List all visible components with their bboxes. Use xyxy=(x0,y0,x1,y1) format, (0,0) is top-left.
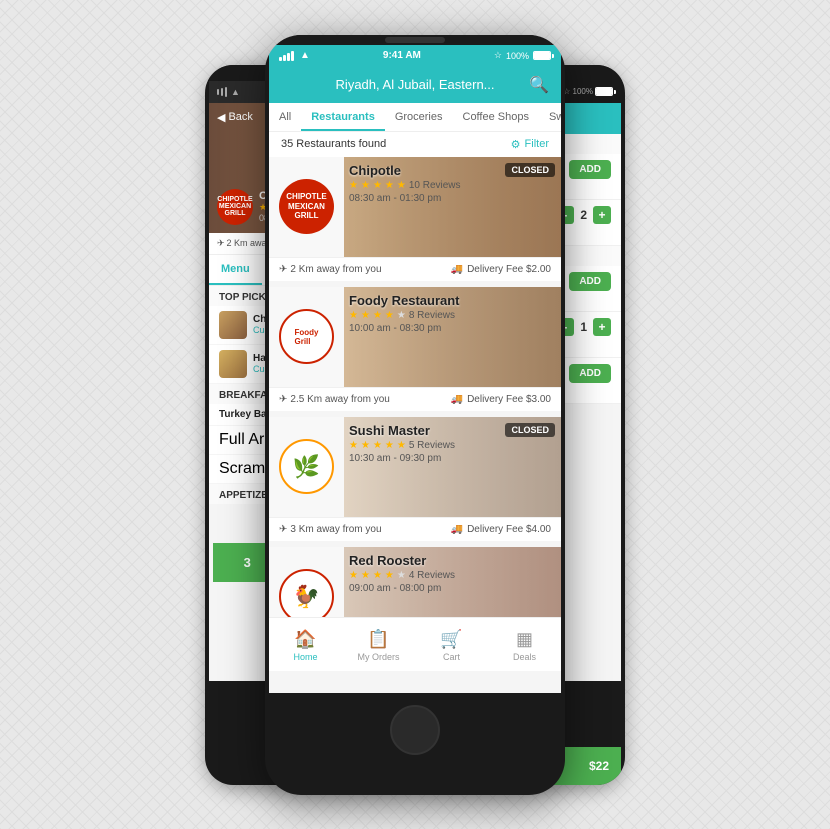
battery-percent: 100% xyxy=(506,51,529,61)
sushi-rating: ★★★★★ 5 Reviews xyxy=(349,440,555,451)
tab-groceries[interactable]: Groceries xyxy=(385,103,453,131)
status-bar: ▲ 9:41 AM ☆ 100% xyxy=(269,45,561,67)
nav-home-label: Home xyxy=(293,652,317,662)
results-count: 35 Restaurants found xyxy=(281,138,386,150)
add-chilli-button[interactable]: ADD xyxy=(569,272,611,291)
back-button[interactable]: ◀ Back xyxy=(217,111,253,124)
home-icon: 🏠 xyxy=(294,629,316,650)
card-image-foody: FoodyGrill Foody Restaurant ★★★★★ 8 Revi… xyxy=(269,287,561,387)
bluetooth-icon: ☆ xyxy=(494,50,502,61)
filter-icon: ⚙ xyxy=(511,138,521,151)
qty-num-2: 1 xyxy=(580,320,587,334)
orders-icon: 📋 xyxy=(367,629,389,650)
sushi-logo: 🌿 xyxy=(269,417,344,517)
bottom-nav: 🏠 Home 📋 My Orders 🛒 Cart ▦ Deals xyxy=(269,617,561,671)
app-title: Riyadh, Al Jubail, Eastern... xyxy=(301,77,529,92)
foody-hours: 10:00 am - 08:30 pm xyxy=(349,323,555,334)
foody-delivery: 🚚 Delivery Fee $3.00 xyxy=(451,394,551,405)
restaurant-card-rooster[interactable]: 🐓 Red Rooster ★★★★★ 4 Reviews 09:00 am -… xyxy=(269,547,561,617)
qty-plus-button-1[interactable]: + xyxy=(593,206,611,224)
nav-deals[interactable]: ▦ Deals xyxy=(488,624,561,667)
nav-cart-label: Cart xyxy=(443,652,460,662)
app-header: Riyadh, Al Jubail, Eastern... 🔍 xyxy=(269,67,561,103)
nav-deals-label: Deals xyxy=(513,652,536,662)
filter-button[interactable]: ⚙ Filter xyxy=(511,138,549,151)
center-screen: ▲ 9:41 AM ☆ 100% Riyadh, Al Jubail, East… xyxy=(269,45,561,693)
rooster-rating: ★★★★★ 4 Reviews xyxy=(349,570,555,581)
tab-swe[interactable]: Swe xyxy=(539,103,561,131)
restaurant-cards-list: CHIPOTLEMEXICANGRILL Chipotle ★★★★★ 10 R… xyxy=(269,157,561,617)
nav-orders[interactable]: 📋 My Orders xyxy=(342,624,415,667)
sushi-hours: 10:30 am - 09:30 pm xyxy=(349,453,555,464)
restaurant-card-chipotle[interactable]: CHIPOTLEMEXICANGRILL Chipotle ★★★★★ 10 R… xyxy=(269,157,561,281)
sushi-footer: ✈ 3 Km away from you 🚚 Delivery Fee $4.0… xyxy=(269,517,561,541)
basket-count: 3 xyxy=(244,555,251,570)
truck-icon-foody: 🚚 xyxy=(451,394,463,405)
location-icon-sushi: ✈ xyxy=(279,524,287,535)
chipotle-rating: ★★★★★ 10 Reviews xyxy=(349,180,555,191)
restaurant-card-sushi[interactable]: 🌿 Sushi Master ★★★★★ 5 Reviews 10:30 am … xyxy=(269,417,561,541)
location-icon: ✈ xyxy=(279,264,287,275)
chipotle-delivery: 🚚 Delivery Fee $2.00 xyxy=(451,264,551,275)
foody-rating: ★★★★★ 8 Reviews xyxy=(349,310,555,321)
rooster-name: Red Rooster xyxy=(349,553,555,568)
status-bar-left: ▲ xyxy=(279,50,310,61)
foody-distance: ✈ 2.5 Km away from you xyxy=(279,394,390,405)
restaurant-card-foody[interactable]: FoodyGrill Foody Restaurant ★★★★★ 8 Revi… xyxy=(269,287,561,411)
qty-plus-button-2[interactable]: + xyxy=(593,318,611,336)
category-tabs: All Restaurants Groceries Coffee Shops S… xyxy=(269,103,561,132)
add-medium-rush-button[interactable]: ADD xyxy=(569,364,611,383)
qty-num-1: 2 xyxy=(580,208,587,222)
card-image-chipotle: CHIPOTLEMEXICANGRILL Chipotle ★★★★★ 10 R… xyxy=(269,157,561,257)
sushi-distance: ✈ 3 Km away from you xyxy=(279,524,382,535)
center-phone: ▲ 9:41 AM ☆ 100% Riyadh, Al Jubail, East… xyxy=(265,35,565,795)
foody-footer: ✈ 2.5 Km away from you 🚚 Delivery Fee $3… xyxy=(269,387,561,411)
truck-icon-sushi: 🚚 xyxy=(451,524,463,535)
foody-logo: FoodyGrill xyxy=(269,287,344,387)
foody-name: Foody Restaurant xyxy=(349,293,555,308)
search-icon[interactable]: 🔍 xyxy=(529,75,549,95)
tab-menu[interactable]: Menu xyxy=(209,255,262,285)
chipotle-status: CLOSED xyxy=(505,163,555,177)
tab-restaurants[interactable]: Restaurants xyxy=(301,103,385,131)
status-time: 9:41 AM xyxy=(383,50,421,61)
rooster-hours: 09:00 am - 08:00 pm xyxy=(349,583,555,594)
chipotle-distance: ✈ 2 Km away from you xyxy=(279,264,382,275)
rooster-info: Red Rooster ★★★★★ 4 Reviews 09:00 am - 0… xyxy=(349,553,555,594)
nav-orders-label: My Orders xyxy=(357,652,399,662)
nav-cart[interactable]: 🛒 Cart xyxy=(415,624,488,667)
rooster-logo: 🐓 xyxy=(269,547,344,617)
add-big-rush-button[interactable]: ADD xyxy=(569,160,611,179)
chipotle-hours: 08:30 am - 01:30 pm xyxy=(349,193,555,204)
chipotle-logo: CHIPOTLEMEXICANGRILL xyxy=(269,157,344,257)
sushi-delivery: 🚚 Delivery Fee $4.00 xyxy=(451,524,551,535)
tab-all[interactable]: All xyxy=(269,103,301,131)
chipotle-footer: ✈ 2 Km away from you 🚚 Delivery Fee $2.0… xyxy=(269,257,561,281)
card-image-rooster: 🐓 Red Rooster ★★★★★ 4 Reviews 09:00 am -… xyxy=(269,547,561,617)
filter-row: 35 Restaurants found ⚙ Filter xyxy=(269,132,561,157)
location-icon-foody: ✈ xyxy=(279,394,287,405)
tab-coffee-shops[interactable]: Coffee Shops xyxy=(453,103,539,131)
wifi-icon: ▲ xyxy=(300,50,310,61)
card-image-sushi: 🌿 Sushi Master ★★★★★ 5 Reviews 10:30 am … xyxy=(269,417,561,517)
nav-home[interactable]: 🏠 Home xyxy=(269,624,342,667)
cart-icon: 🛒 xyxy=(440,629,462,650)
delivery-truck-icon: 🚚 xyxy=(451,264,463,275)
foody-info: Foody Restaurant ★★★★★ 8 Reviews 10:00 a… xyxy=(349,293,555,334)
deals-icon: ▦ xyxy=(516,629,533,650)
status-bar-right: ☆ 100% xyxy=(494,50,551,61)
sushi-status: CLOSED xyxy=(505,423,555,437)
restaurant-logo-small: CHIPOTLEMEXICAN GRILL xyxy=(217,189,253,225)
